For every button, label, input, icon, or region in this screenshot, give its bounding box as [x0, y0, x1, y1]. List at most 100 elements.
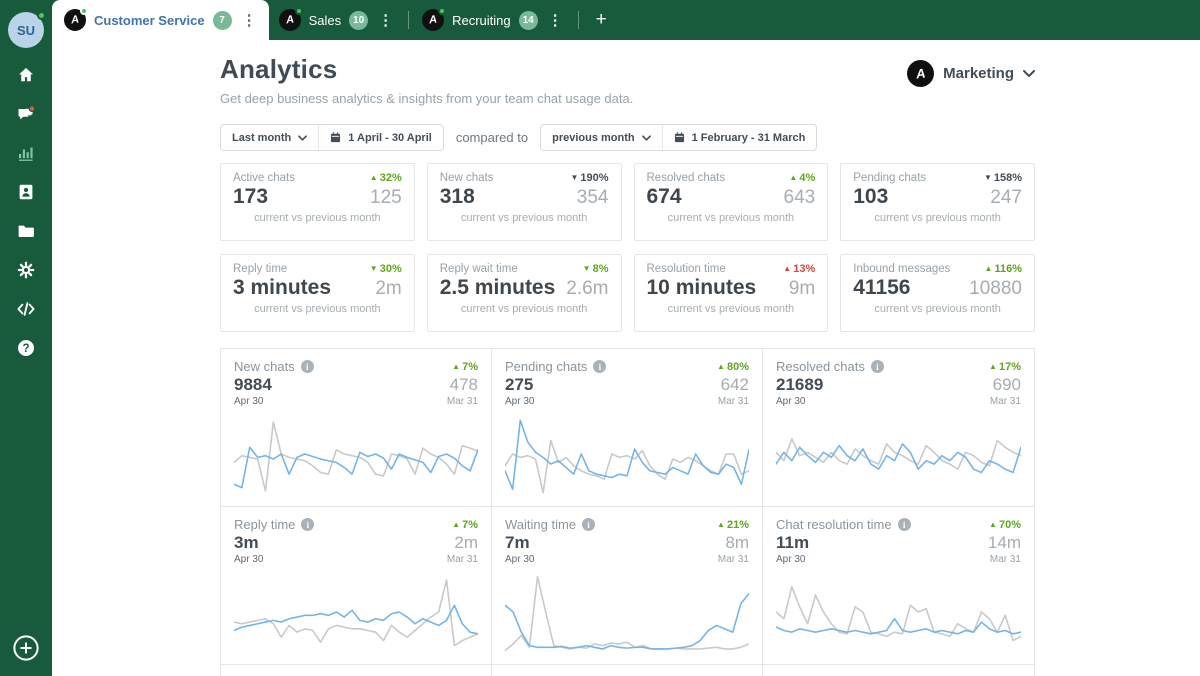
stat-label: Resolution time: [646, 263, 726, 275]
tab-recruiting[interactable]: A Recruiting 14 ⋮: [412, 0, 575, 40]
stat-card: Inbound messages ▲ 116% 41156 10880 curre…: [840, 254, 1035, 332]
notification-dot: [28, 105, 36, 112]
calendar-icon: [674, 132, 684, 143]
info-icon[interactable]: i: [300, 360, 314, 373]
main-content: Analytics Get deep business analytics & …: [52, 40, 1200, 676]
kebab-menu-icon[interactable]: ⋮: [376, 11, 395, 29]
info-icon[interactable]: i: [897, 518, 911, 531]
add-button[interactable]: [12, 634, 40, 662]
chart-change-badge: ▲ 21%: [717, 518, 749, 531]
online-status-dot: [438, 7, 447, 15]
svg-text:?: ?: [22, 343, 29, 355]
period-filter: Last month 1 April - 30 April: [220, 124, 444, 151]
stat-change-badge: ▲ 116%: [984, 263, 1022, 275]
chart-change-badge: ▲ 7%: [452, 518, 478, 531]
tab-customer-service[interactable]: A Customer Service 7 ⋮: [52, 0, 269, 40]
workspace-name: Marketing: [943, 65, 1014, 82]
stat-previous-value: 2.6m: [566, 278, 609, 299]
stat-previous-value: 10880: [969, 278, 1022, 299]
help-icon[interactable]: ?: [11, 336, 41, 360]
chart-label: Chat resolution time: [776, 517, 892, 532]
stat-label: New chats: [439, 172, 494, 184]
compared-to-label: compared to: [455, 130, 529, 145]
integrations-icon[interactable]: [11, 297, 41, 321]
avatar-initials: SU: [16, 22, 36, 38]
stat-previous-value: 125: [370, 187, 402, 208]
chart-card: Waiting time i ▲ 21% 7m Apr 30 8m Mar 31: [492, 507, 763, 665]
chart-current-date: Apr 30: [776, 553, 806, 565]
compare-date-range[interactable]: 1 February - 31 March: [661, 125, 817, 150]
chart-previous-value: 642: [720, 375, 749, 394]
stat-card: Pending chats ▼ 158% 103 247 current vs p…: [840, 163, 1035, 241]
chats-icon[interactable]: [11, 102, 41, 126]
trend-arrow-icon: ▲: [984, 264, 993, 273]
stat-previous-value: 643: [783, 187, 816, 208]
sidebar: SU ?: [0, 0, 52, 676]
trend-arrow-icon: ▲: [989, 519, 997, 529]
info-icon[interactable]: i: [870, 360, 884, 373]
chart-previous-date: Mar 31: [989, 395, 1021, 407]
sparkline-chart: [505, 570, 749, 654]
period-select[interactable]: Last month: [221, 125, 318, 150]
filter-bar: Last month 1 April - 30 April compared t…: [220, 124, 1035, 151]
chart-card: New chats i ▲ 7% 9884 Apr 30 478 Mar 31: [221, 349, 492, 507]
home-icon[interactable]: [11, 63, 41, 87]
stat-footer: current vs previous month: [874, 212, 1001, 224]
stat-footer: current vs previous month: [874, 303, 1001, 315]
sparkline-chart: [505, 412, 749, 496]
stat-label: Active chats: [233, 172, 295, 184]
chart-current-value: 21689: [776, 375, 824, 394]
workspace-logo-icon: A: [278, 7, 303, 31]
compare-select[interactable]: previous month: [541, 125, 662, 150]
stat-footer: current vs previous month: [460, 303, 588, 315]
stat-footer: current vs previous month: [254, 303, 381, 315]
user-avatar[interactable]: SU: [8, 11, 46, 48]
period-date-range[interactable]: 1 April - 30 April: [318, 125, 443, 150]
chart-label: Waiting time: [505, 517, 577, 532]
stat-current-value: 41156: [853, 276, 911, 299]
trend-arrow-icon: ▲: [452, 519, 461, 529]
chart-change-badge: ▲ 80%: [717, 360, 749, 373]
stat-footer: current vs previous month: [667, 303, 795, 315]
stat-previous-value: 9m: [788, 278, 816, 299]
app-window: A Customer Service 7 ⋮ A Sales 10 ⋮ A Re…: [0, 0, 1200, 676]
workspace-selector[interactable]: A Marketing: [907, 60, 1035, 87]
info-icon[interactable]: i: [593, 360, 607, 373]
info-icon[interactable]: i: [582, 518, 596, 531]
archives-icon[interactable]: [11, 219, 41, 243]
stat-previous-value: 247: [990, 187, 1022, 208]
chart-current-date: Apr 30: [234, 395, 264, 407]
chart-card: Chat resolution time i ▲ 70% 11m Apr 30 1…: [763, 507, 1034, 665]
kebab-menu-icon[interactable]: ⋮: [546, 11, 565, 29]
chart-label: New chats: [234, 359, 295, 374]
chart-label: Reply time: [234, 517, 296, 532]
stat-card: Reply wait time ▼ 8% 2.5 minutes 2.6m cur…: [426, 254, 622, 332]
kebab-menu-icon[interactable]: ⋮: [240, 11, 259, 29]
stat-card: Active chats ▲ 32% 173 125 current vs pre…: [220, 163, 415, 241]
info-icon[interactable]: i: [301, 518, 315, 531]
chart-change-badge: ▲ 17%: [989, 360, 1021, 373]
stat-label: Resolved chats: [646, 172, 726, 184]
stat-label: Inbound messages: [853, 263, 951, 275]
trend-arrow-icon: ▲: [452, 361, 461, 371]
tab-sales[interactable]: A Sales 10 ⋮: [269, 0, 406, 40]
chart-label: Pending chats: [505, 359, 588, 374]
chart-previous-value: 690: [992, 375, 1021, 394]
chart-previous-date: Mar 31: [717, 395, 749, 407]
chevron-down-icon: [298, 134, 308, 141]
sparkline-chart: [776, 570, 1021, 654]
stat-current-value: 173: [233, 185, 269, 208]
sparkline-chart: [776, 412, 1021, 496]
chart-previous-date: Mar 31: [989, 553, 1021, 565]
settings-icon[interactable]: [11, 258, 41, 282]
reports-icon[interactable]: [11, 141, 41, 165]
add-workspace-button[interactable]: +: [582, 0, 621, 40]
contacts-icon[interactable]: [11, 180, 41, 204]
trend-arrow-icon: ▲: [989, 361, 997, 371]
tab-separator: [577, 11, 579, 29]
chart-previous-date: Mar 31: [446, 553, 478, 565]
stat-footer: current vs previous month: [667, 212, 795, 224]
stat-footer: current vs previous month: [254, 212, 381, 224]
chart-change-badge: ▲ 70%: [989, 518, 1021, 531]
chart-current-date: Apr 30: [776, 395, 806, 407]
